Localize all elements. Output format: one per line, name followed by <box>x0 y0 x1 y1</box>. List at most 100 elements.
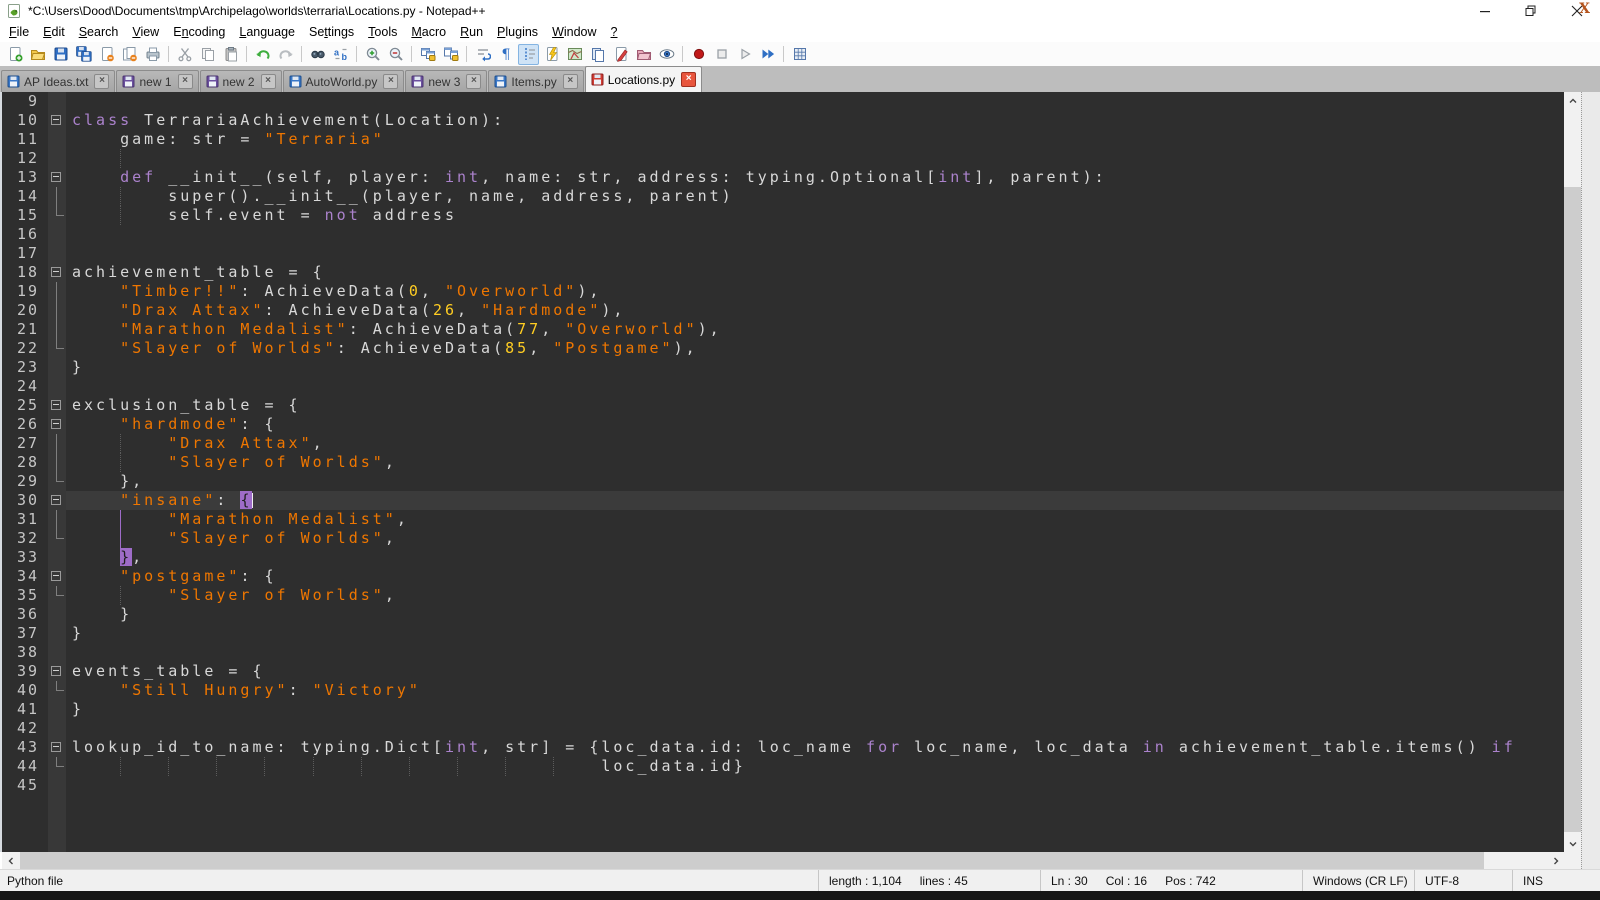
menu-view[interactable]: View <box>125 23 166 41</box>
sync-vertical-button[interactable] <box>417 44 438 65</box>
tab-new-2[interactable]: new 2× <box>200 70 282 92</box>
show-indent-guide-button[interactable] <box>518 44 539 65</box>
code-line-24[interactable]: 24 <box>2 377 1564 396</box>
undo-button[interactable] <box>252 44 273 65</box>
fold-marker-box[interactable] <box>48 738 66 757</box>
code-line-16[interactable]: 16 <box>2 225 1564 244</box>
tab-locations-py[interactable]: Locations.py× <box>585 66 702 92</box>
menu-help[interactable]: ? <box>604 23 625 41</box>
monitoring-button[interactable] <box>656 44 677 65</box>
code-editor[interactable]: 910class TerrariaAchievement(Location):1… <box>2 92 1564 852</box>
document-list-button[interactable] <box>587 44 608 65</box>
code-line-11[interactable]: 11 game: str = "Terraria" <box>2 130 1564 149</box>
replace-button[interactable]: ab <box>330 44 351 65</box>
fold-marker-box[interactable] <box>48 396 66 415</box>
code-line-45[interactable]: 45 <box>2 776 1564 795</box>
paste-button[interactable] <box>220 44 241 65</box>
new-file-button[interactable] <box>4 44 25 65</box>
code-line-38[interactable]: 38 <box>2 643 1564 662</box>
tab-close-button[interactable]: × <box>383 74 398 89</box>
code-line-41[interactable]: 41} <box>2 700 1564 719</box>
code-line-22[interactable]: 22 "Slayer of Worlds": AchieveData(85, "… <box>2 339 1564 358</box>
fold-marker-box[interactable] <box>48 662 66 681</box>
tab-new-3[interactable]: new 3× <box>405 70 487 92</box>
menu-run[interactable]: Run <box>453 23 490 41</box>
macro-record-button[interactable] <box>688 44 709 65</box>
code-line-26[interactable]: 26 "hardmode": { <box>2 415 1564 434</box>
menu-macro[interactable]: Macro <box>404 23 453 41</box>
vertical-scrollbar[interactable] <box>1564 92 1581 852</box>
menu-encoding[interactable]: Encoding <box>166 23 232 41</box>
code-line-35[interactable]: 35 "Slayer of Worlds", <box>2 586 1564 605</box>
zoom-in-button[interactable] <box>362 44 383 65</box>
fold-marker-box[interactable] <box>48 111 66 130</box>
tab-close-button[interactable]: × <box>178 74 193 89</box>
fold-marker-box[interactable] <box>48 567 66 586</box>
tab-new-1[interactable]: new 1× <box>116 70 198 92</box>
save-all-button[interactable] <box>73 44 94 65</box>
scroll-left-arrow[interactable] <box>2 852 19 869</box>
cut-button[interactable] <box>174 44 195 65</box>
code-line-13[interactable]: 13 def __init__(self, player: int, name:… <box>2 168 1564 187</box>
code-line-43[interactable]: 43lookup_id_to_name: typing.Dict[int, st… <box>2 738 1564 757</box>
code-line-15[interactable]: 15 self.event = not address <box>2 206 1564 225</box>
fold-marker-box[interactable] <box>48 491 66 510</box>
code-line-25[interactable]: 25exclusion_table = { <box>2 396 1564 415</box>
code-line-19[interactable]: 19 "Timber!!": AchieveData(0, "Overworld… <box>2 282 1564 301</box>
document-close-x[interactable]: X <box>1579 1 1590 17</box>
open-button[interactable] <box>27 44 48 65</box>
menu-search[interactable]: Search <box>72 23 126 41</box>
close-button[interactable] <box>96 44 117 65</box>
menu-edit[interactable]: Edit <box>36 23 72 41</box>
code-line-30[interactable]: 30 "insane": { <box>2 491 1564 510</box>
scroll-up-arrow[interactable] <box>1564 92 1581 109</box>
scroll-right-arrow[interactable] <box>1547 852 1564 869</box>
document-map-button[interactable] <box>564 44 585 65</box>
code-line-42[interactable]: 42 <box>2 719 1564 738</box>
code-line-44[interactable]: 44 loc_data.id} <box>2 757 1564 776</box>
macro-save-button[interactable] <box>789 44 810 65</box>
folder-as-workspace-button[interactable] <box>633 44 654 65</box>
menu-language[interactable]: Language <box>232 23 302 41</box>
macro-play-button[interactable] <box>734 44 755 65</box>
tab-close-button[interactable]: × <box>261 74 276 89</box>
code-line-29[interactable]: 29 }, <box>2 472 1564 491</box>
code-line-39[interactable]: 39events_table = { <box>2 662 1564 681</box>
tab-items-py[interactable]: Items.py× <box>488 70 583 92</box>
tab-close-button[interactable]: × <box>563 74 578 89</box>
code-line-14[interactable]: 14 super().__init__(player, name, addres… <box>2 187 1564 206</box>
code-line-40[interactable]: 40 "Still Hungry": "Victory" <box>2 681 1564 700</box>
show-all-characters-button[interactable]: ¶ <box>495 44 516 65</box>
code-line-32[interactable]: 32 "Slayer of Worlds", <box>2 529 1564 548</box>
code-line-28[interactable]: 28 "Slayer of Worlds", <box>2 453 1564 472</box>
redo-button[interactable] <box>275 44 296 65</box>
minimize-button[interactable] <box>1462 0 1508 22</box>
tab-close-button[interactable]: × <box>466 74 481 89</box>
close-all-button[interactable] <box>119 44 140 65</box>
tab-close-button[interactable]: × <box>94 74 109 89</box>
menu-tools[interactable]: Tools <box>361 23 404 41</box>
code-line-18[interactable]: 18achievement_table = { <box>2 263 1564 282</box>
fold-marker-box[interactable] <box>48 263 66 282</box>
word-wrap-button[interactable] <box>472 44 493 65</box>
tab-ap-ideas-txt[interactable]: AP Ideas.txt× <box>1 70 115 92</box>
close-button[interactable] <box>1554 0 1600 22</box>
vertical-scroll-thumb[interactable] <box>1564 187 1581 832</box>
code-line-17[interactable]: 17 <box>2 244 1564 263</box>
code-line-33[interactable]: 33 }, <box>2 548 1564 567</box>
tab-close-button[interactable]: × <box>681 72 696 87</box>
macro-run-multiple-button[interactable] <box>757 44 778 65</box>
sync-horizontal-button[interactable] <box>440 44 461 65</box>
save-button[interactable] <box>50 44 71 65</box>
macro-stop-button[interactable] <box>711 44 732 65</box>
code-line-37[interactable]: 37} <box>2 624 1564 643</box>
code-line-20[interactable]: 20 "Drax Attax": AchieveData(26, "Hardmo… <box>2 301 1564 320</box>
copy-button[interactable] <box>197 44 218 65</box>
code-line-21[interactable]: 21 "Marathon Medalist": AchieveData(77, … <box>2 320 1564 339</box>
horizontal-scrollbar[interactable] <box>2 852 1564 869</box>
fold-marker-box[interactable] <box>48 168 66 187</box>
code-line-23[interactable]: 23} <box>2 358 1564 377</box>
fold-marker-box[interactable] <box>48 415 66 434</box>
code-line-27[interactable]: 27 "Drax Attax", <box>2 434 1564 453</box>
menu-window[interactable]: Window <box>545 23 603 41</box>
